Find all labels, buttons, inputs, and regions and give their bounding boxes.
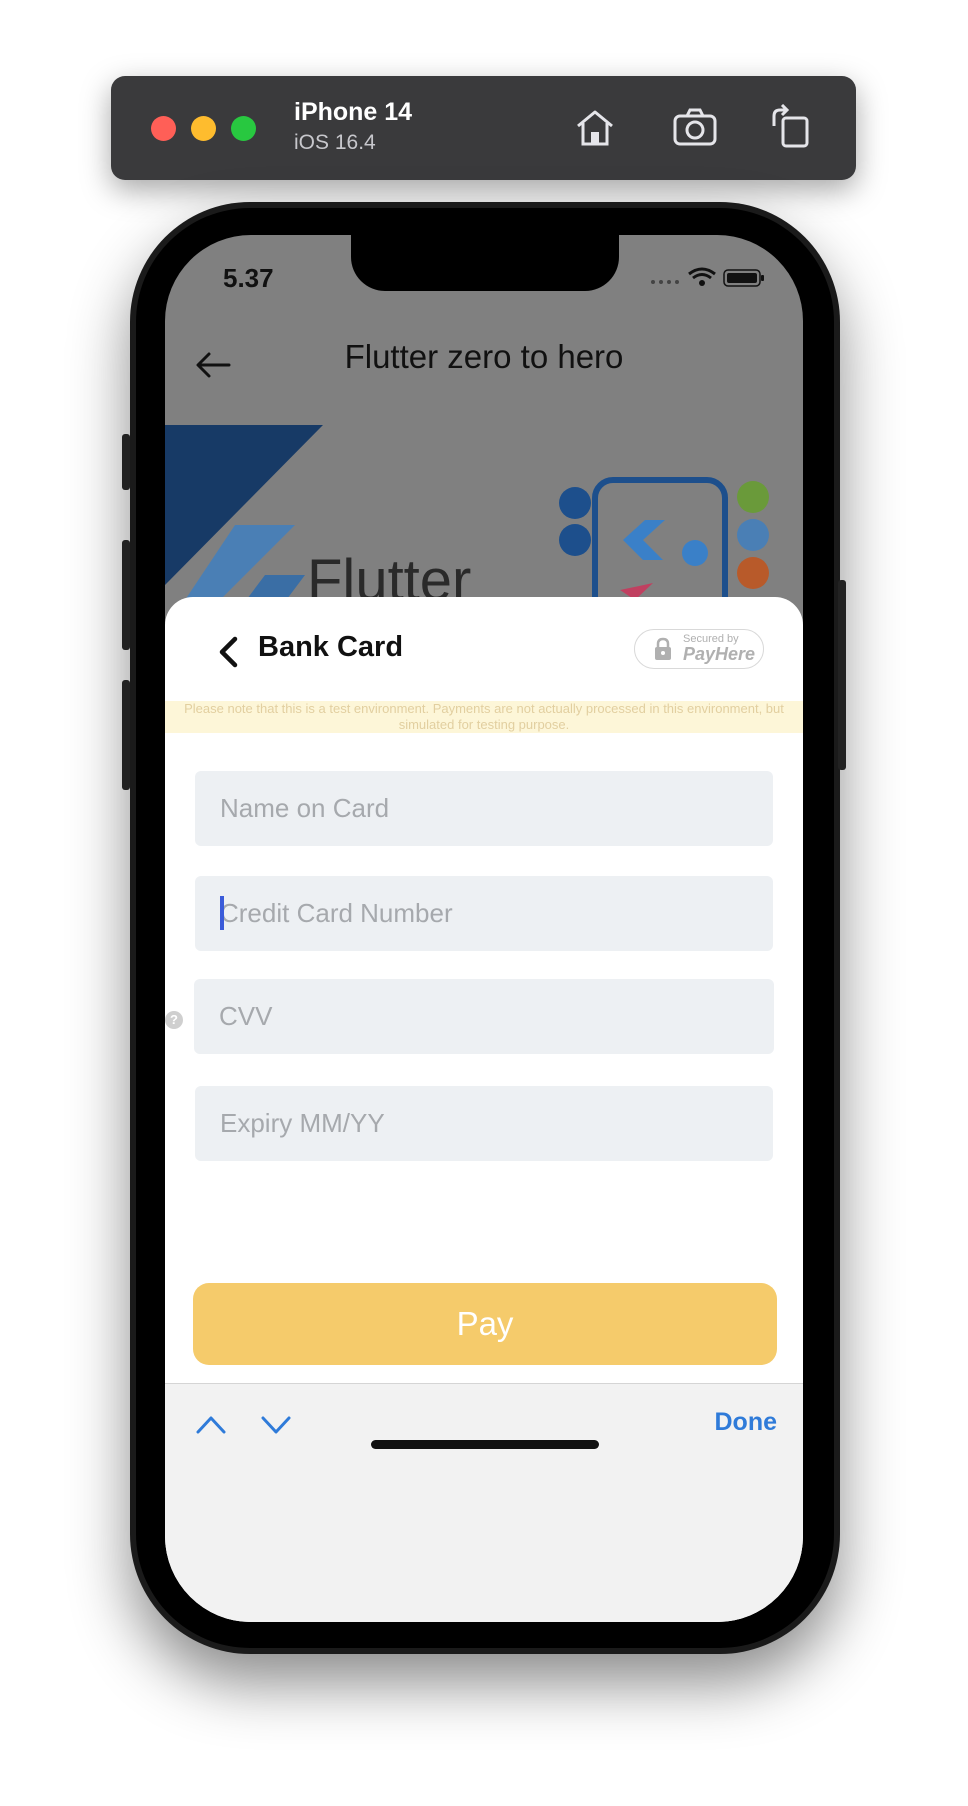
cvv-input[interactable]: CVV <box>194 979 774 1054</box>
os-version: iOS 16.4 <box>294 131 376 154</box>
sheet-title: Bank Card <box>258 631 404 663</box>
signal-icon <box>651 280 679 284</box>
name-on-card-input[interactable]: Name on Card <box>195 771 773 846</box>
text-cursor <box>220 896 224 930</box>
device-name: iPhone 14 <box>294 98 413 126</box>
keyboard-accessory-bar: Done <box>165 1383 803 1622</box>
mute-switch <box>122 434 130 490</box>
notch <box>351 235 619 291</box>
secured-by-badge: Secured by PayHere <box>634 629 764 669</box>
home-icon[interactable] <box>570 104 620 152</box>
zoom-window-button[interactable] <box>231 116 256 141</box>
lock-icon <box>653 637 673 661</box>
close-window-button[interactable] <box>151 116 176 141</box>
status-icons <box>647 265 767 289</box>
wifi-icon <box>688 267 716 286</box>
expiry-input[interactable]: Expiry MM/YY <box>195 1086 773 1161</box>
course-banner-image: Flutter <box>165 425 803 633</box>
card-number-input[interactable]: Credit Card Number <box>195 876 773 951</box>
volume-down-button <box>122 680 130 790</box>
card-number-placeholder: Credit Card Number <box>220 898 453 928</box>
cvv-help-icon[interactable]: ? <box>165 1011 183 1029</box>
app-title: Flutter zero to hero <box>344 338 624 375</box>
pay-button[interactable]: Pay <box>193 1283 777 1365</box>
volume-up-button <box>122 540 130 650</box>
test-environment-notice: Please note that this is a test environm… <box>165 701 803 733</box>
previous-field-chevron-up-icon[interactable] <box>195 1412 227 1438</box>
simulator-toolbar: iPhone 14 iOS 16.4 <box>111 76 856 180</box>
home-indicator[interactable] <box>371 1440 599 1449</box>
done-button[interactable]: Done <box>715 1408 778 1437</box>
next-field-chevron-down-icon[interactable] <box>260 1412 292 1438</box>
screenshot-icon[interactable] <box>670 104 720 152</box>
status-time: 5.37 <box>223 263 274 293</box>
minimize-window-button[interactable] <box>191 116 216 141</box>
power-button <box>838 580 846 770</box>
rotate-icon[interactable] <box>766 103 816 152</box>
device-screen: 5.37 Flutter zero to hero Flutter Bank C… <box>165 235 803 1622</box>
payhere-logo-text: PayHere <box>683 644 756 664</box>
battery-icon <box>723 269 764 287</box>
back-chevron-icon[interactable] <box>215 635 243 669</box>
